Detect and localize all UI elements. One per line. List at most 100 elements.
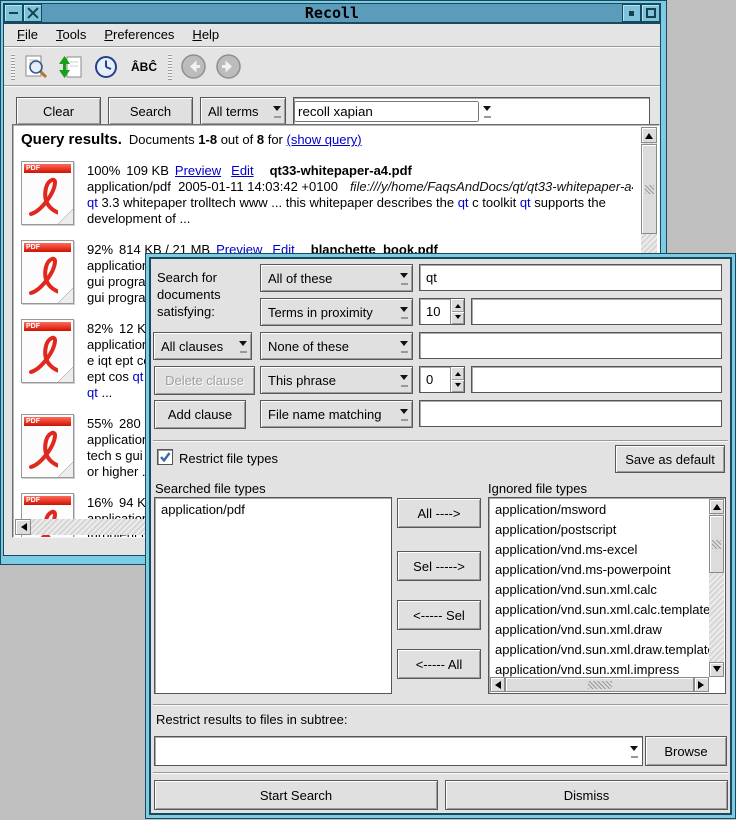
move-sel-right-button[interactable]: Sel -----> — [397, 551, 481, 581]
clause-input-4[interactable] — [471, 366, 722, 393]
conjunction-combo[interactable]: All clauses — [153, 332, 252, 360]
browse-button[interactable]: Browse — [645, 736, 727, 766]
scrollbar-thumb[interactable] — [641, 144, 657, 234]
pdf-file-icon: PDF — [21, 240, 74, 304]
shade-icon[interactable] — [622, 4, 641, 22]
spin-down-icon[interactable] — [451, 312, 464, 325]
chevron-down-icon — [396, 271, 412, 285]
move-all-left-button[interactable]: <----- All — [397, 649, 481, 679]
scroll-right-icon[interactable] — [694, 677, 709, 692]
scroll-up-icon[interactable] — [709, 499, 724, 514]
maximize-icon[interactable] — [641, 4, 660, 22]
restrict-filetypes-label: Restrict file types — [179, 450, 278, 467]
clause-type-combo-2[interactable]: Terms in proximity — [260, 298, 413, 326]
relevance-percent: 92% — [87, 242, 113, 257]
add-clause-button[interactable]: Add clause — [154, 400, 246, 429]
clause-input-5[interactable] — [419, 400, 722, 427]
ignored-filetypes-label: Ignored file types — [488, 480, 587, 497]
scrollbar-thumb[interactable] — [505, 677, 694, 692]
pdf-badge: PDF — [24, 417, 71, 426]
titlebar[interactable]: Recoll — [3, 3, 661, 23]
search-input[interactable] — [294, 101, 479, 122]
search-mode-combo[interactable]: All terms — [200, 97, 286, 125]
scroll-left-icon[interactable] — [490, 677, 505, 692]
spin-up-icon[interactable] — [451, 299, 464, 312]
file-size: 109 KB — [126, 163, 169, 178]
pdf-badge: PDF — [24, 164, 71, 173]
start-search-button[interactable]: Start Search — [154, 780, 438, 810]
move-all-right-button[interactable]: All ----> — [397, 498, 481, 528]
save-as-default-button[interactable]: Save as default — [615, 445, 725, 473]
list-item[interactable]: application/vnd.sun.xml.calc — [495, 580, 707, 600]
list-item[interactable]: application/vnd.sun.xml.calc.template — [495, 600, 707, 620]
query-combobox[interactable] — [293, 97, 650, 125]
page-fold — [58, 288, 73, 303]
separator — [153, 772, 728, 774]
phrase-slack-spinbox[interactable] — [419, 366, 465, 393]
proximity-spinbox[interactable] — [419, 298, 465, 325]
clause-type-combo-1[interactable]: All of these — [260, 264, 413, 292]
close-icon[interactable] — [23, 4, 42, 22]
clear-button[interactable]: Clear — [16, 97, 101, 125]
forward-icon[interactable] — [214, 53, 242, 81]
window-title: Recoll — [42, 4, 622, 22]
delete-clause-button[interactable]: Delete clause — [154, 366, 255, 395]
relevance-percent: 16% — [87, 495, 113, 510]
menu-file[interactable]: File — [8, 25, 47, 45]
chevron-down-icon[interactable] — [626, 744, 642, 758]
restrict-filetypes-checkbox[interactable] — [157, 449, 173, 465]
list-item[interactable]: application/msword — [495, 500, 707, 520]
list-item[interactable]: application/vnd.ms-excel — [495, 540, 707, 560]
searched-filetypes-list[interactable]: application/pdf — [154, 497, 392, 694]
menubar: FileToolsPreferencesHelp — [4, 24, 660, 46]
ignored-list-horizontal-scrollbar[interactable] — [490, 677, 709, 692]
satisfy-label: Search fordocumentssatisfying: — [157, 269, 221, 320]
subtree-input[interactable] — [155, 737, 626, 765]
mimetype-date: application/pdf 2005-01-11 14:03:42 +010… — [87, 179, 338, 194]
menu-help[interactable]: Help — [183, 25, 228, 45]
list-item[interactable]: application/vnd.sun.xml.draw.template — [495, 640, 707, 660]
clause-type-combo-4[interactable]: This phrase — [260, 366, 413, 394]
toolbar-handle[interactable] — [11, 54, 15, 80]
spin-down-icon[interactable] — [451, 380, 464, 393]
history-clock-icon[interactable] — [92, 53, 120, 81]
relevance-percent: 82% — [87, 321, 113, 336]
edit-link[interactable]: Edit — [231, 163, 253, 178]
preview-link[interactable]: Preview — [175, 163, 221, 178]
term-explorer-icon[interactable]: ÂBĈ — [127, 53, 161, 81]
clause-type-combo-5[interactable]: File name matching — [260, 400, 413, 428]
chevron-down-icon — [269, 104, 285, 118]
show-query-link[interactable]: (show query) — [287, 132, 362, 147]
list-item[interactable]: application/vnd.ms-powerpoint — [495, 560, 707, 580]
list-item[interactable]: application/postscript — [495, 520, 707, 540]
search-button[interactable]: Search — [108, 97, 193, 125]
toolbar-handle-2[interactable] — [168, 54, 172, 80]
scroll-left-icon[interactable] — [15, 519, 31, 535]
menu-tools[interactable]: Tools — [47, 25, 95, 45]
spin-up-icon[interactable] — [451, 367, 464, 380]
back-icon[interactable] — [179, 53, 207, 81]
chevron-down-icon — [396, 407, 412, 421]
result-title-line: 100%109 KBPreviewEditqt33-whitepaper-a4.… — [87, 163, 633, 179]
clause-input-1[interactable] — [419, 264, 722, 291]
scroll-up-icon[interactable] — [641, 127, 657, 143]
pdf-file-icon: PDF — [21, 161, 74, 225]
sort-relevance-icon[interactable] — [57, 53, 85, 81]
clause-input-2[interactable] — [471, 298, 722, 325]
scrollbar-thumb[interactable] — [709, 515, 724, 573]
relevance-percent: 100% — [87, 163, 120, 178]
list-item[interactable]: application/vnd.sun.xml.draw — [495, 620, 707, 640]
clause-input-3[interactable] — [419, 332, 722, 359]
clause-type-combo-3[interactable]: None of these — [260, 332, 413, 360]
window-menu-icon[interactable] — [4, 4, 23, 22]
chevron-down-icon[interactable] — [479, 104, 495, 118]
menu-preferences[interactable]: Preferences — [95, 25, 183, 45]
move-sel-left-button[interactable]: <----- Sel — [397, 600, 481, 630]
dismiss-button[interactable]: Dismiss — [445, 780, 728, 810]
ignored-filetypes-list[interactable]: application/mswordapplication/postscript… — [488, 497, 726, 694]
list-item[interactable]: application/pdf — [161, 500, 391, 520]
preview-search-icon[interactable] — [22, 53, 50, 81]
scroll-down-icon[interactable] — [709, 662, 724, 677]
ignored-list-vertical-scrollbar[interactable] — [709, 499, 724, 677]
subtree-combobox[interactable] — [154, 736, 643, 766]
